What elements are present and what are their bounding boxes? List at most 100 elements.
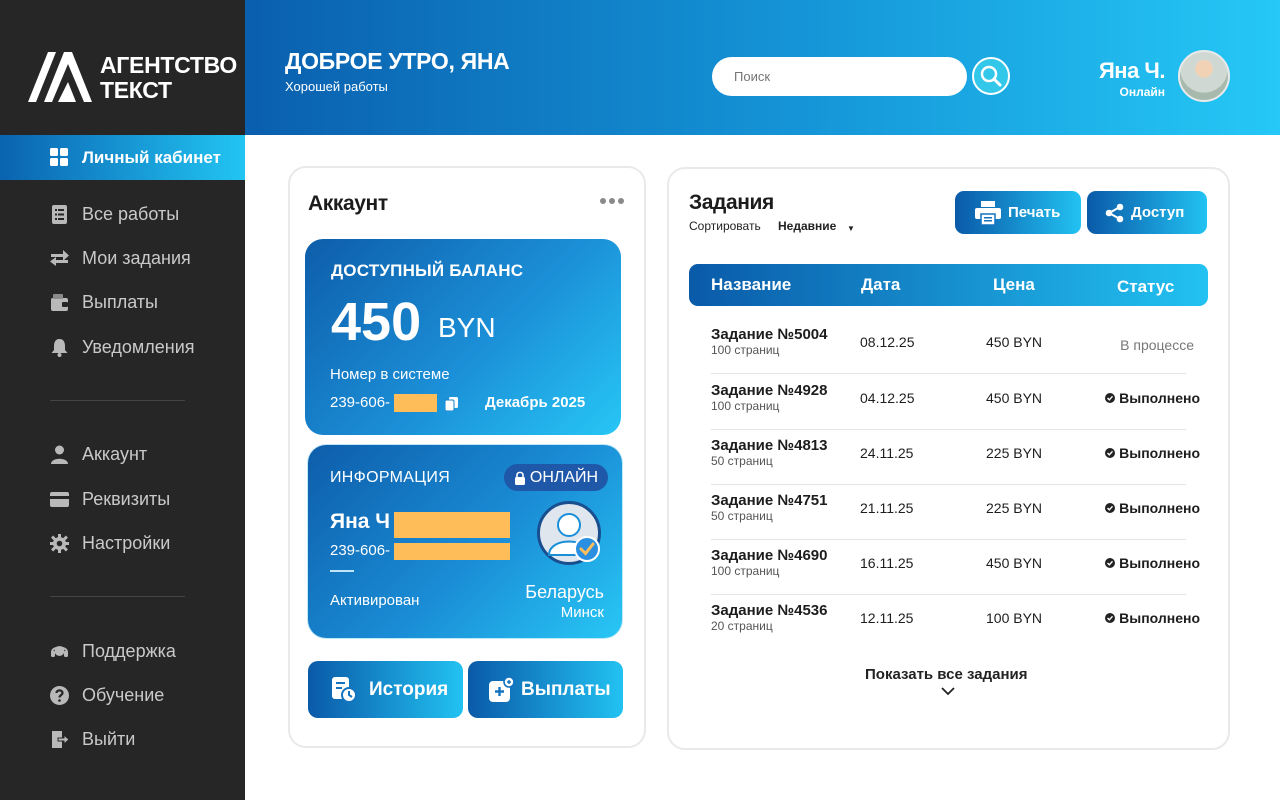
headset-icon (50, 642, 69, 661)
task-status: Выполнено (1105, 445, 1200, 461)
column-price[interactable]: Цена (993, 275, 1035, 295)
sidebar-item-notifications[interactable]: Уведомления (50, 335, 195, 359)
online-badge: ОНЛАЙН (504, 464, 608, 491)
task-status-text: Выполнено (1119, 555, 1200, 571)
task-status: Выполнено (1105, 390, 1200, 406)
task-name[interactable]: Задание №4690 (711, 547, 827, 564)
system-number-label: Номер в системе (330, 366, 450, 383)
column-name[interactable]: Название (711, 275, 791, 295)
redaction-block (394, 543, 510, 560)
brand-logo[interactable]: АГЕНТСТВО ТЕКСТ (28, 52, 237, 104)
brand-line2: ТЕКСТ (100, 77, 172, 103)
sidebar-item-account[interactable]: Аккаунт (50, 442, 147, 466)
sidebar-divider (50, 596, 185, 597)
table-row[interactable]: Задание №4690 100 страниц 16.11.25 450 BYN В… (711, 540, 1200, 595)
search-input[interactable] (712, 57, 967, 96)
payouts-button[interactable]: Выплаты (468, 661, 623, 718)
task-date: 21.11.25 (860, 500, 914, 516)
history-icon (332, 677, 357, 703)
sidebar-item-settings[interactable]: Настройки (50, 531, 170, 555)
greeting-title: ДОБРОЕ УТРО, ЯНА (285, 48, 510, 74)
sidebar-item-requisites[interactable]: Реквизиты (50, 487, 170, 511)
print-label: Печать (1008, 204, 1061, 221)
profile-status: Активирован (330, 592, 420, 609)
task-status-text: Выполнено (1119, 445, 1200, 461)
task-name[interactable]: Задание №4813 (711, 437, 827, 454)
card-icon (50, 490, 69, 509)
copy-icon[interactable] (445, 397, 459, 411)
task-name[interactable]: Задание №5004 (711, 326, 827, 343)
column-date[interactable]: Дата (861, 275, 900, 295)
search-icon (980, 65, 1002, 87)
chevron-down-icon[interactable] (941, 686, 955, 696)
sidebar-item-label: Уведомления (82, 336, 195, 357)
lock-icon (514, 471, 525, 485)
task-name[interactable]: Задание №4751 (711, 492, 827, 509)
tasks-table-header: Название Дата Цена Статус (689, 264, 1208, 306)
logout-icon (50, 730, 69, 749)
swap-icon (50, 249, 69, 268)
profile-country: Беларусь (525, 582, 604, 602)
more-options-icon[interactable] (600, 198, 624, 204)
task-status-text: Выполнено (1119, 390, 1200, 406)
search-button[interactable] (972, 57, 1010, 95)
sidebar-item-learning[interactable]: Обучение (50, 683, 164, 707)
account-card: Аккаунт ДОСТУПНЫЙ БАЛАНС 450 BYN Номер в… (288, 166, 646, 748)
balance-month: Декабрь 2025 (485, 394, 586, 411)
avatar[interactable] (1178, 50, 1230, 102)
bell-icon (50, 338, 69, 357)
sort-label: Сортировать (689, 219, 761, 233)
history-button[interactable]: История (308, 661, 463, 718)
sidebar-item-logout[interactable]: Выйти (50, 727, 135, 751)
task-status: В процессе (1120, 337, 1194, 353)
task-name[interactable]: Задание №4928 (711, 382, 827, 399)
table-row[interactable]: Задание №4751 50 страниц 21.11.25 225 BYN Вы… (711, 485, 1200, 540)
sidebar-item-all-works[interactable]: Все работы (50, 202, 179, 226)
sort-dropdown[interactable]: Недавние (778, 219, 836, 233)
profile-city: Минск (560, 604, 604, 621)
info-divider (330, 570, 354, 572)
sidebar-item-my-tasks[interactable]: Мои задания (50, 246, 191, 270)
table-row[interactable]: Задание №5004 100 страниц 08.12.25 450 BYN В… (711, 319, 1194, 374)
info-card: ИНФОРМАЦИЯ ОНЛАЙН Яна Ч 239-606- Активир… (308, 445, 622, 638)
sidebar-item-support[interactable]: Поддержка (50, 639, 176, 663)
task-pages: 50 страниц (711, 509, 773, 523)
table-row[interactable]: Задание №4928 100 страниц 04.12.25 450 BYN В… (711, 375, 1200, 430)
show-all-tasks-link[interactable]: Показать все задания (865, 666, 1028, 683)
sidebar-item-label: Все работы (82, 203, 180, 224)
sidebar-item-label: Мои задания (82, 247, 191, 268)
balance-card: ДОСТУПНЫЙ БАЛАНС 450 BYN Номер в системе… (305, 239, 621, 435)
share-icon (1105, 203, 1124, 222)
sidebar-item-payouts[interactable]: Выплаты (50, 290, 158, 314)
user-info[interactable]: Яна Ч. Онлайн (1099, 58, 1166, 99)
table-row[interactable]: Задание №4536 20 страниц 12.11.25 100 BYN Вы… (711, 595, 1200, 650)
table-row[interactable]: Задание №4813 50 страниц 24.11.25 225 BYN Вы… (711, 430, 1200, 485)
grid-icon (50, 148, 69, 167)
account-title: Аккаунт (308, 192, 388, 215)
task-price: 450 BYN (986, 555, 1043, 571)
user-status: Онлайн (1119, 85, 1165, 99)
share-button[interactable]: Доступ (1087, 191, 1207, 234)
question-icon (50, 685, 69, 705)
print-button[interactable]: Печать (955, 191, 1081, 234)
task-pages: 100 страниц (711, 564, 780, 578)
sidebar-item-label: Реквизиты (82, 488, 171, 509)
chevron-down-icon[interactable]: ▼ (847, 224, 855, 233)
task-name[interactable]: Задание №4536 (711, 602, 827, 619)
task-status-text: В процессе (1120, 337, 1194, 353)
profile-name: Яна Ч (330, 510, 391, 533)
task-status: Выполнено (1105, 555, 1200, 571)
task-pages: 100 страниц (711, 399, 780, 413)
info-caption: ИНФОРМАЦИЯ (330, 469, 451, 486)
task-date: 24.11.25 (860, 445, 914, 461)
online-label: ОНЛАЙН (529, 468, 599, 486)
row-divider (711, 373, 1186, 374)
task-date: 16.11.25 (860, 555, 914, 571)
verified-user-icon (537, 501, 601, 565)
balance-currency: BYN (438, 312, 496, 343)
column-status[interactable]: Статус (1117, 277, 1174, 297)
sidebar-item-dashboard[interactable]: Личный кабинет (0, 135, 245, 180)
check-circle-icon (1105, 613, 1116, 623)
task-price: 225 BYN (986, 500, 1043, 516)
task-pages: 100 страниц (711, 343, 780, 357)
